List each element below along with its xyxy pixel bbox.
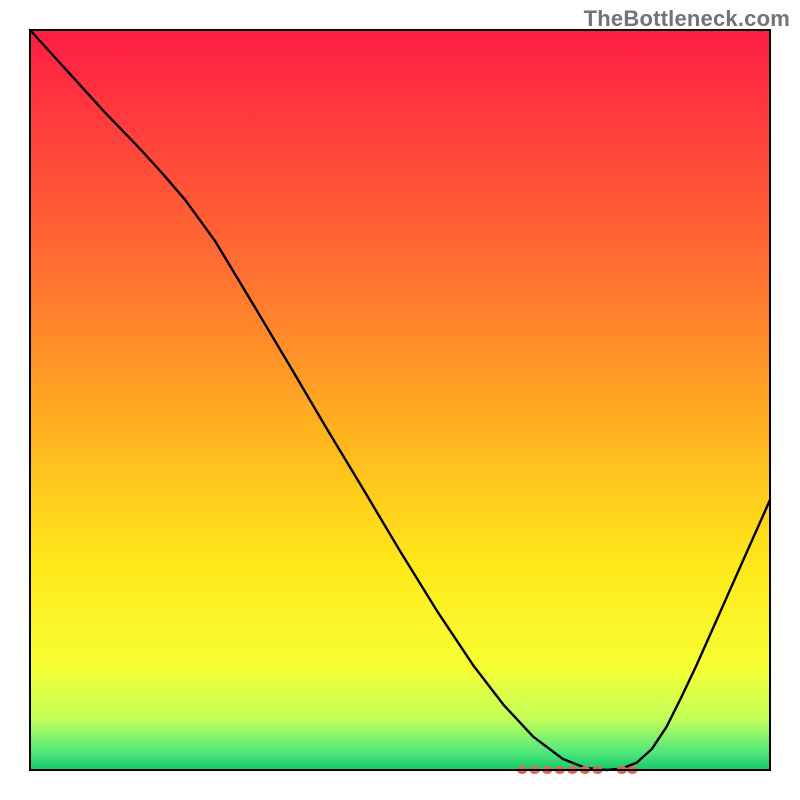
plot-background <box>30 30 770 770</box>
bottleneck-chart <box>0 0 800 800</box>
chart-container: { "watermark": "TheBottleneck.com", "plo… <box>0 0 800 800</box>
